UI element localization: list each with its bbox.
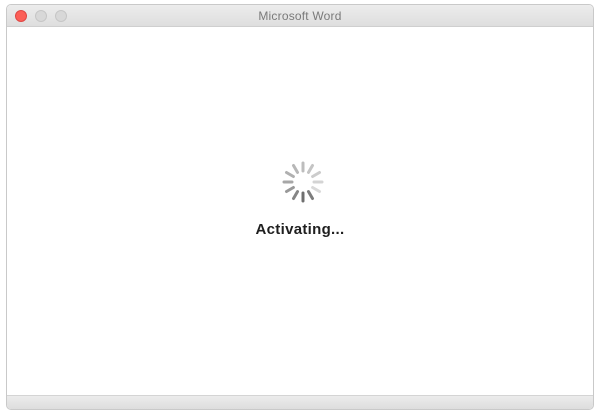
window-title: Microsoft Word (258, 9, 342, 23)
bottom-bar (7, 395, 593, 409)
title-bar[interactable]: Microsoft Word (7, 5, 593, 27)
loading-spinner-icon (282, 161, 324, 203)
activation-panel: Activating... (7, 27, 593, 395)
app-window: Microsoft Word Activating... (6, 4, 594, 410)
activation-status: Activating... (255, 221, 345, 238)
